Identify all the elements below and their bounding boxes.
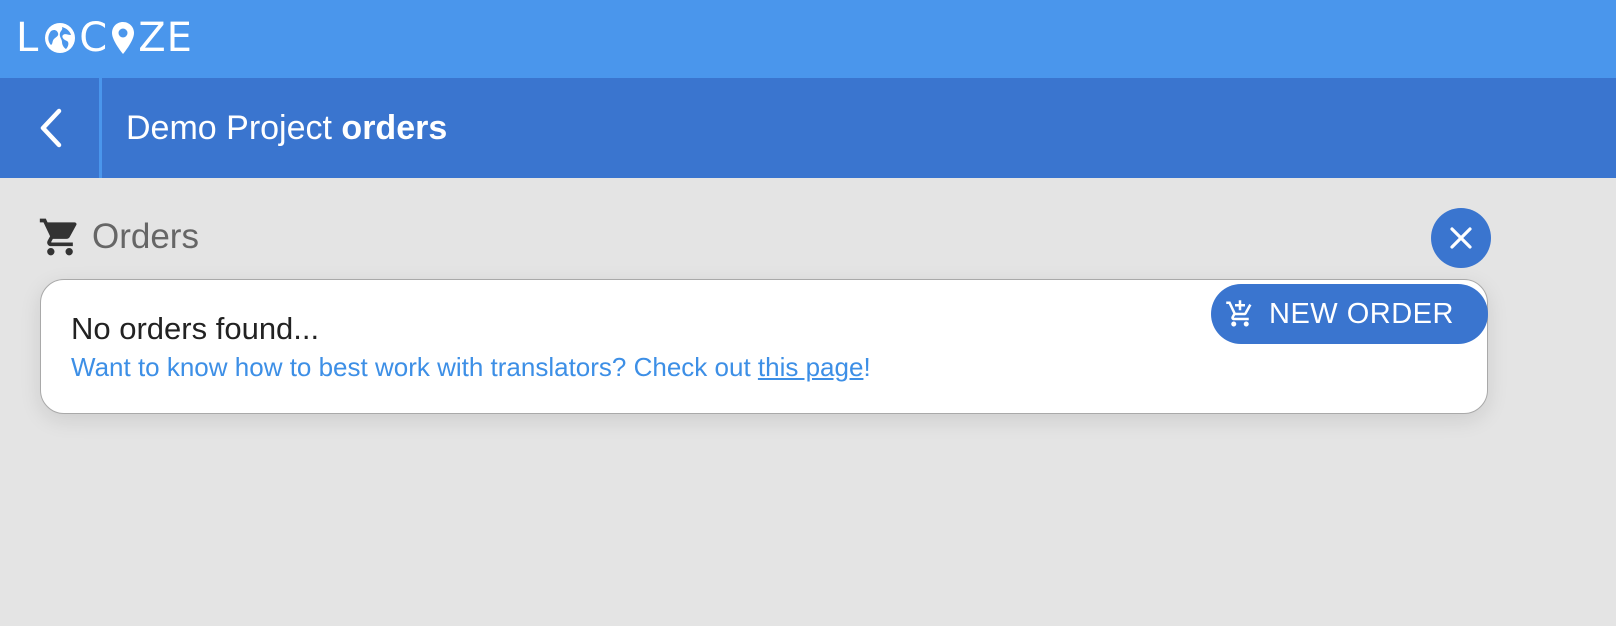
page-name: orders (341, 109, 448, 147)
logo-letter-l: L (16, 15, 40, 61)
empty-state-message: No orders found... (71, 311, 320, 346)
logo-letters-ze: ZE (138, 15, 193, 61)
orders-section-header: Orders (38, 215, 199, 259)
hint-text: Want to know how to best work with trans… (71, 352, 758, 382)
globe-icon (45, 23, 76, 53)
locize-logo[interactable]: L C ZE (16, 16, 193, 60)
cart-icon (39, 218, 77, 256)
close-icon (1450, 227, 1472, 249)
chevron-left-icon (40, 108, 62, 148)
new-order-button[interactable]: NEW ORDER (1211, 284, 1488, 344)
page-title: Demo Project orders (126, 78, 447, 178)
add-cart-icon (1226, 300, 1252, 327)
translator-hint: Want to know how to best work with trans… (71, 350, 871, 384)
top-bar: L C ZE (0, 0, 1616, 78)
map-pin-icon (112, 22, 135, 54)
back-button[interactable] (0, 78, 102, 178)
project-header-bar: Demo Project orders (0, 78, 1616, 178)
orders-card: No orders found... Want to know how to b… (40, 279, 1488, 414)
project-name: Demo Project (126, 109, 332, 147)
section-title: Orders (92, 217, 199, 256)
close-button[interactable] (1431, 208, 1491, 268)
new-order-label: NEW ORDER (1269, 297, 1454, 330)
this-page-link[interactable]: this page (758, 352, 864, 382)
logo-letter-c: C (79, 15, 109, 61)
hint-suffix: ! (863, 352, 871, 382)
